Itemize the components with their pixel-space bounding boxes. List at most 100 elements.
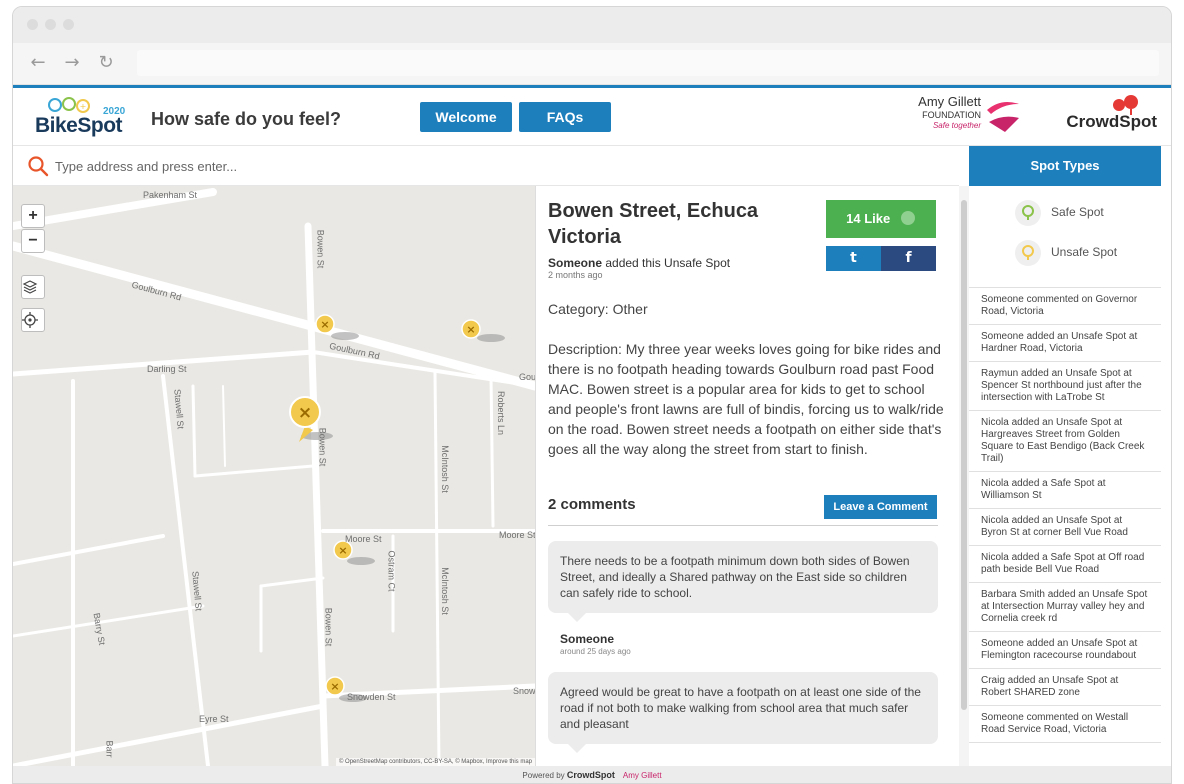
zoom-out-button[interactable]: − [21,229,45,253]
like-button[interactable]: 14 Like [826,200,936,238]
close-window-dot[interactable] [27,19,38,30]
amy-gillett-logo[interactable]: Amy Gillett FOUNDATION Safe together [911,94,1023,140]
zoom-in-button[interactable]: + [21,204,45,228]
feed-item[interactable]: Someone added an Unsafe Spot at Flemingt… [969,632,1161,669]
facebook-share-button[interactable]: f [881,246,936,271]
comment-time: around 25 days ago [560,647,631,656]
svg-text:×: × [330,680,339,693]
sponsor-sub: FOUNDATION [922,110,981,120]
maximize-window-dot[interactable] [63,19,74,30]
minimize-window-dot[interactable] [45,19,56,30]
street-label: Moore St [499,530,535,540]
activity-feed: Someone commented on Governor Road, Vict… [969,288,1161,743]
feed-item[interactable]: Craig added an Unsafe Spot at Robert SHA… [969,669,1161,706]
street-label: Pakenham St [143,190,198,200]
svg-text:×: × [320,318,329,331]
legend-unsafe-label: Unsafe Spot [1051,245,1118,259]
partner-name: CrowdSpot [1066,112,1157,131]
address-bar[interactable] [137,50,1159,76]
address-search-input[interactable] [55,154,935,178]
logo-year: 2020 [103,106,126,117]
safe-pin-icon [1015,200,1041,226]
browser-toolbar: ← → ↻ [13,43,1171,85]
street-label: Eyre St [199,714,229,724]
svg-text:+: + [80,102,87,111]
scroll-thumb[interactable] [961,200,967,710]
street-label: McIntosh St [439,445,450,493]
street-label: Barr [104,740,115,758]
title-bar [13,7,1171,43]
feed-item[interactable]: Nicola added an Unsafe Spot at Byron St … [969,509,1161,546]
comment-author: Someone [560,632,615,646]
marker-shadow [331,332,359,340]
street-label: Ostram Ct [386,550,397,592]
forward-icon[interactable]: → [61,52,83,74]
web-page: + BikeSpot 2020 How safe do you feel? We… [13,85,1171,783]
powered-by-label: Powered by [522,771,567,780]
svg-text:×: × [338,544,347,557]
divider [548,525,938,526]
layers-icon[interactable] [21,275,45,299]
street-label: Roberts Ln [496,390,507,436]
street-label: Moore St [345,534,382,544]
feed-item[interactable]: Someone commented on Westall Road Servic… [969,706,1161,743]
feed-item[interactable]: Barbara Smith added an Unsafe Spot at In… [969,583,1161,632]
street-label: Snow [513,686,535,696]
bikespot-logo[interactable]: + BikeSpot 2020 [35,96,145,140]
like-label: 14 Like [846,211,891,226]
feed-item[interactable]: Raymun added an Unsafe Spot at Spencer S… [969,362,1161,411]
crosshair-glyph [22,312,38,328]
spot-author: Someone [548,256,603,270]
facebook-icon: f [905,250,912,266]
search-bar [13,146,959,186]
street-label: McIntosh St [439,567,450,615]
sponsor-name: Amy Gillett [918,94,981,109]
comment-bubble: Agreed would be great to have a footpath… [548,672,938,753]
feed-item[interactable]: Nicola added a Safe Spot at Off road pat… [969,546,1161,583]
spot-category: Category: Other [548,301,648,317]
locate-icon[interactable] [21,308,45,332]
twitter-share-button[interactable]: t [826,246,881,271]
reload-icon[interactable]: ↻ [95,52,117,74]
svg-text:×: × [466,323,475,336]
amy-swoosh-icon [987,102,1019,132]
sidebar-title: Spot Types [969,146,1161,186]
feed-item[interactable]: Nicola added a Safe Spot at Williamson S… [969,472,1161,509]
spot-title: Bowen Street, Echuca Victoria [548,200,759,248]
spot-action: added this Unsafe Spot [602,256,731,270]
twitter-icon: t [850,250,857,266]
faqs-button[interactable]: FAQs [519,102,611,132]
street-label: Darling St [147,364,187,374]
spot-detail-panel: × Bowen Street, Echuca Victoria 14 Like … [535,186,959,766]
map-streets: × × × × × [13,188,535,766]
tagline: How safe do you feel? [151,109,342,129]
leave-comment-button[interactable]: Leave a Comment [824,495,937,519]
feed-item[interactable]: Someone added an Unsafe Spot at Hardner … [969,325,1161,362]
comments-count: 2 comments [548,496,636,513]
spot-time: 2 months ago [548,270,603,280]
welcome-button[interactable]: Welcome [420,102,512,132]
logo-text: BikeSpot [35,114,123,137]
spot-byline: Someone added this Unsafe Spot [548,256,730,270]
map-view[interactable]: × × × × × Pakenham St Goulburn Rd Goulbu… [13,186,535,766]
back-icon[interactable]: ← [27,52,49,74]
sponsor-motto: Safe together [932,121,981,130]
footer-brand[interactable]: CrowdSpot [567,770,615,780]
search-icon[interactable] [27,155,49,177]
street-label: Bowen St [323,607,334,647]
layers-glyph [22,280,38,294]
street-label: Snowden St [347,692,396,702]
close-icon[interactable]: × [535,194,536,222]
feed-item[interactable]: Someone commented on Governor Road, Vict… [969,288,1161,325]
page-footer: Powered by CrowdSpot Amy Gillett [13,766,1171,783]
spot-description: Description: My three year weeks loves g… [548,341,944,457]
feed-item[interactable]: Nicola added an Unsafe Spot at Hargreave… [969,411,1161,472]
street-label: Bowen St [317,427,328,467]
legend-safe-label: Safe Spot [1051,205,1104,219]
comment-bubble: There needs to be a footpath minimum dow… [548,541,938,622]
detail-scrollbar[interactable] [959,186,969,766]
svg-text:×: × [298,403,312,423]
footer-sponsor[interactable]: Amy Gillett [623,771,662,780]
hand-icon [900,211,915,225]
map-attribution[interactable]: © OpenStreetMap contributors, CC-BY-SA, … [335,758,535,766]
